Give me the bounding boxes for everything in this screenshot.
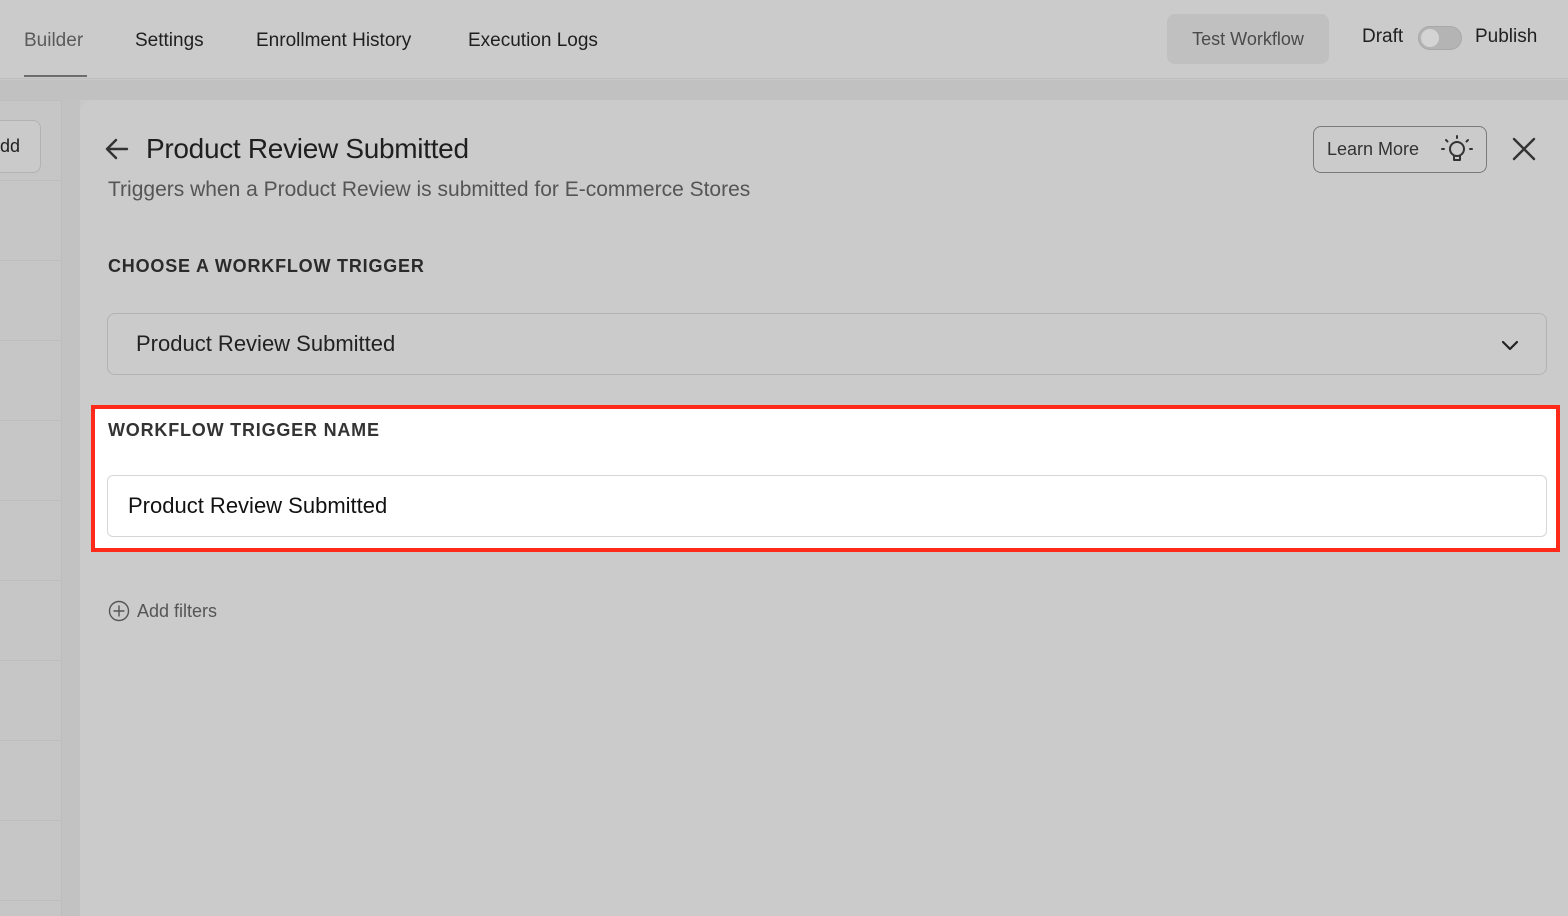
tab-settings[interactable]: Settings: [135, 30, 204, 52]
publish-label: Publish: [1475, 26, 1538, 47]
close-icon[interactable]: [1511, 136, 1537, 162]
test-workflow-button[interactable]: Test Workflow: [1167, 14, 1329, 64]
active-tab-indicator: [24, 75, 87, 77]
canvas-area: [0, 100, 62, 916]
tab-enrollment-history[interactable]: Enrollment History: [256, 30, 411, 52]
trigger-select[interactable]: Product Review Submitted: [107, 313, 1547, 375]
plus-circle-icon: [108, 600, 130, 622]
panel-subtitle: Triggers when a Product Review is submit…: [108, 178, 751, 201]
add-filters-label: Add filters: [137, 600, 218, 621]
tab-builder[interactable]: Builder: [24, 30, 83, 52]
lightbulb-icon: [1441, 135, 1473, 161]
panel-title: Product Review Submitted: [146, 133, 469, 164]
learn-more-button[interactable]: Learn More: [1313, 126, 1487, 173]
panel-gutter: [62, 100, 80, 916]
add-filters-button[interactable]: Add filters: [108, 600, 217, 622]
learn-more-label: Learn More: [1327, 139, 1420, 159]
trigger-name-label: WORKFLOW TRIGGER NAME: [108, 420, 380, 440]
tab-execution-logs[interactable]: Execution Logs: [468, 30, 598, 52]
trigger-name-input[interactable]: [107, 475, 1547, 537]
selected-trigger-value: Product Review Submitted: [136, 331, 396, 356]
draft-label: Draft: [1362, 26, 1404, 47]
top-nav-bar: Builder Settings Enrollment History Exec…: [0, 0, 1568, 79]
chevron-down-icon: [1501, 340, 1519, 351]
trigger-section-label: CHOOSE A WORKFLOW TRIGGER: [108, 256, 425, 276]
add-button[interactable]: Add: [0, 120, 41, 173]
trigger-name-section-highlight: WORKFLOW TRIGGER NAME: [91, 405, 1560, 552]
publish-toggle[interactable]: [1418, 26, 1462, 50]
toggle-knob: [1421, 29, 1439, 47]
back-arrow-icon[interactable]: [104, 136, 130, 162]
add-button-label: Add: [0, 136, 20, 156]
toolbar-strip: [0, 80, 1568, 100]
